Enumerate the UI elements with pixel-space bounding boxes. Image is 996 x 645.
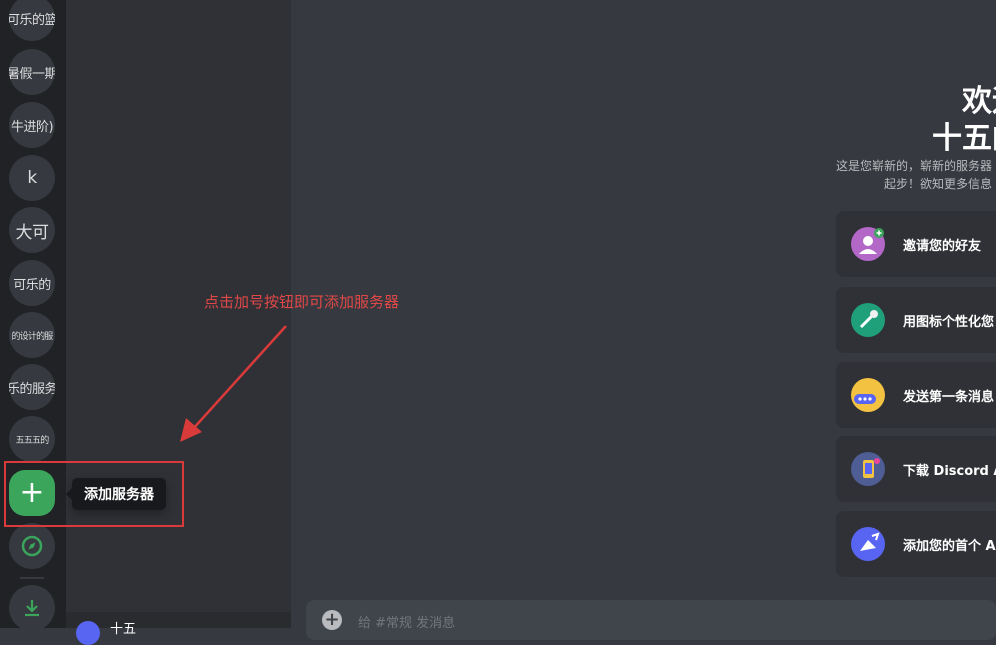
first-message-icon: [851, 378, 885, 412]
server-icon[interactable]: k: [9, 155, 55, 201]
server-icon[interactable]: 乐的服务: [9, 364, 55, 410]
message-bar: + 给 #常规 发消息: [306, 600, 996, 640]
card-label: 用图标个性化您: [903, 315, 995, 330]
download-app-icon: [851, 452, 885, 486]
server-icon[interactable]: 五五五的: [9, 416, 55, 462]
card-invite-friends[interactable]: 邀请您的好友: [836, 211, 996, 277]
rail-divider: [20, 577, 44, 579]
welcome-description: 起步！欲知更多信息: [884, 177, 993, 191]
server-rail: 可乐的篮 暑假一期 牛进阶) k 大可 可乐的 的设计的服 乐的服务 五五五的 …: [0, 0, 66, 628]
personalize-icon: [851, 303, 885, 337]
welcome-server-name: 十五的: [932, 121, 996, 156]
server-icon[interactable]: 大可: [9, 207, 55, 253]
welcome-description: 这是您崭新的，崭新的服务器: [836, 159, 993, 173]
invite-friends-icon: [851, 227, 885, 261]
server-icon[interactable]: 可乐的篮: [9, 0, 55, 41]
card-personalize[interactable]: 用图标个性化您: [836, 287, 996, 353]
card-label: 邀请您的好友: [903, 239, 982, 254]
user-panel: 十五: [66, 612, 291, 645]
add-app-icon: [851, 527, 885, 561]
message-input[interactable]: 给 #常规 发消息: [358, 612, 455, 631]
compass-icon: [21, 535, 43, 557]
server-icon[interactable]: 的设计的服: [9, 312, 55, 358]
card-first-message[interactable]: 发送第一条消息: [836, 362, 996, 428]
attach-plus-icon[interactable]: +: [322, 610, 342, 630]
avatar[interactable]: [76, 621, 100, 645]
annotation-text: 点击加号按钮即可添加服务器: [204, 293, 400, 311]
card-label: 下载 Discord AP: [903, 464, 996, 479]
channel-sidebar: 十五: [66, 0, 291, 645]
card-label: 发送第一条消息: [903, 390, 995, 405]
download-icon: [25, 600, 39, 617]
card-label: 添加您的首个 A: [903, 539, 996, 554]
server-icon[interactable]: 牛进阶): [9, 102, 55, 148]
server-icon[interactable]: 可乐的: [9, 260, 55, 306]
explore-servers-button[interactable]: [9, 523, 55, 569]
annotation-highlight-box: [4, 461, 184, 527]
server-icon[interactable]: 暑假一期: [9, 49, 55, 95]
download-apps-button[interactable]: [9, 585, 55, 628]
card-add-app[interactable]: 添加您的首个 A: [836, 511, 996, 577]
card-download-app[interactable]: 下载 Discord AP: [836, 436, 996, 502]
